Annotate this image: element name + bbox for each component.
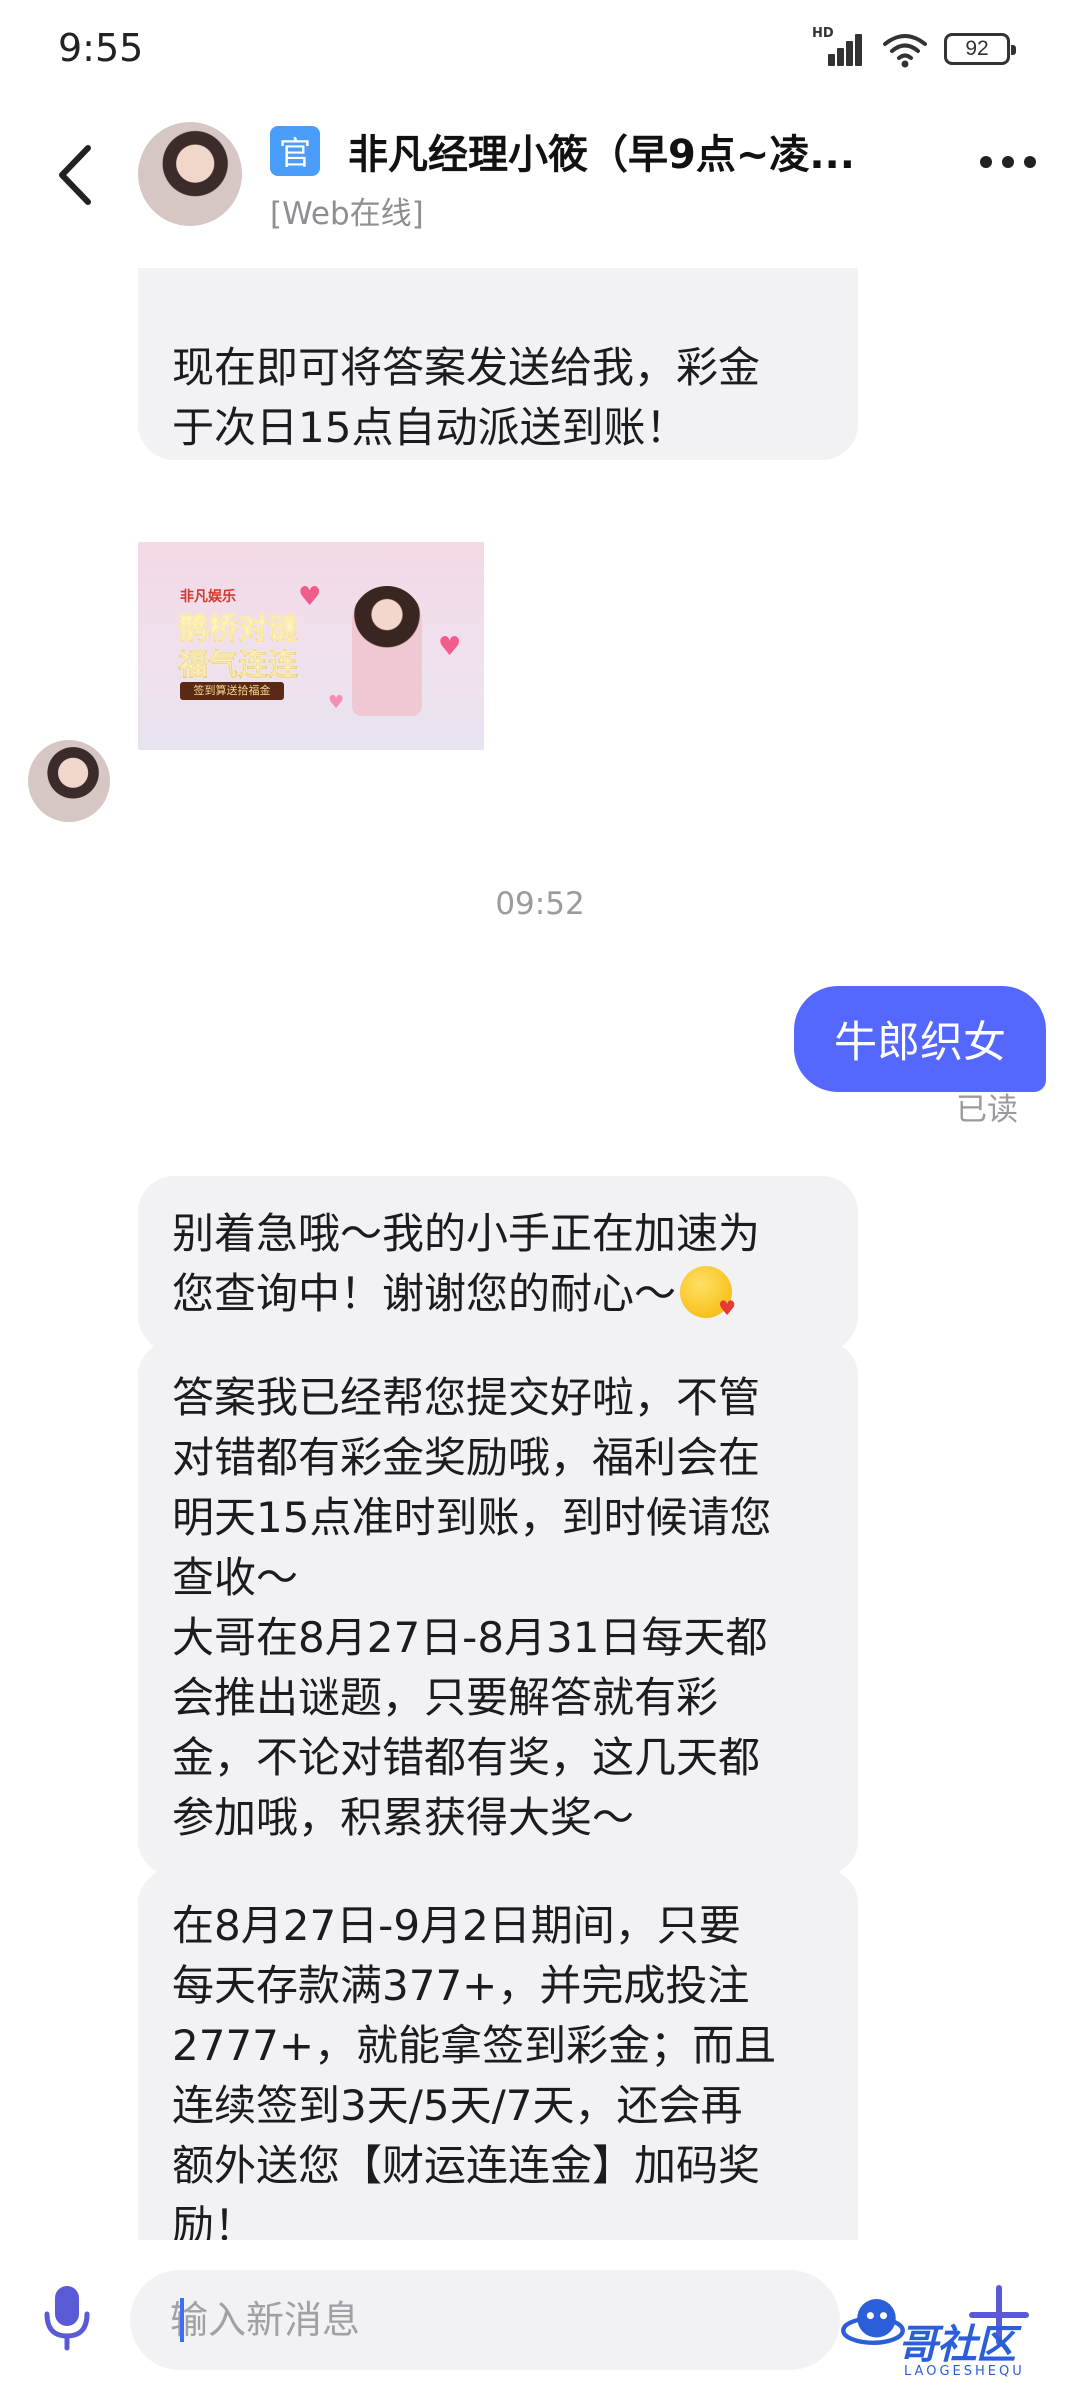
status-time: 9:55 [58, 26, 144, 70]
chat-area[interactable]: 现在即可将答案发送给我，彩金 于次日15点自动派送到账！ ♥ ♥ ♥ 非凡娱乐 … [0, 0, 1080, 2240]
promo-subtitle: 签到算送拾福金 [180, 682, 284, 700]
promo-image[interactable]: ♥ ♥ ♥ 非凡娱乐 鹊桥对谜 福气连连 签到算送拾福金 [138, 542, 484, 750]
message-text: 在8月27日-9月2日期间，只要 每天存款满377+，并完成投注 2777+，就… [172, 1901, 777, 2240]
contact-name[interactable]: 非凡经理小筱（早9点~凌... [348, 122, 928, 180]
microphone-icon[interactable] [40, 2282, 94, 2352]
signal-icon: HD [812, 26, 866, 68]
online-status: [Web在线] [270, 196, 424, 232]
text-cursor [180, 2298, 184, 2342]
message-bubble-incoming[interactable]: 在8月27日-9月2日期间，只要 每天存款满377+，并完成投注 2777+，就… [138, 1868, 858, 2240]
heart-decoration: ♥ [298, 582, 322, 612]
message-text: 别着急哦～我的小手正在加速为 您查询中！谢谢您的耐心～ [172, 1204, 824, 1324]
message-bubble-outgoing[interactable]: 牛郎织女 [794, 986, 1046, 1092]
message-text: 答案我已经帮您提交好啦，不管 对错都有彩金奖励哦，福利会在 明天15点准时到账，… [172, 1373, 772, 1842]
heart-decoration: ♥ [438, 632, 462, 662]
input-bar: 哥社区 LAOGESHEQU [0, 2240, 1080, 2400]
message-bubble-incoming[interactable]: 别着急哦～我的小手正在加速为 您查询中！谢谢您的耐心～ [138, 1176, 858, 1352]
watermark-text: 哥社区 [898, 2322, 1016, 2368]
heart-decoration: ♥ [328, 692, 345, 713]
promo-figure [352, 586, 422, 716]
back-arrow-icon[interactable] [50, 140, 100, 210]
message-bubble-incoming[interactable]: 现在即可将答案发送给我，彩金 于次日15点自动派送到账！ [138, 268, 858, 460]
kiss-emoji-icon [680, 1266, 736, 1318]
message-input[interactable] [130, 2270, 840, 2370]
dot-icon [980, 156, 992, 168]
battery-level: 92 [965, 37, 989, 60]
watermark-logo: 哥社区 LAOGESHEQU [838, 2286, 1066, 2390]
contact-avatar[interactable] [28, 740, 110, 822]
wifi-icon [883, 34, 927, 68]
time-divider: 09:52 [495, 886, 585, 922]
message-text: 现在即可将答案发送给我，彩金 于次日15点自动派送到账！ [172, 343, 761, 452]
status-icons: HD 92 [812, 26, 1016, 68]
dot-icon [1024, 156, 1036, 168]
more-options-button[interactable] [980, 156, 1036, 168]
watermark-subtext: LAOGESHEQU [904, 2364, 1025, 2379]
read-receipt: 已读 [956, 1092, 1018, 1128]
promo-title: 鹊桥对谜 福气连连 [178, 612, 298, 683]
promo-logo: 非凡娱乐 [180, 589, 236, 605]
chat-header: 官 非凡经理小筱（早9点~凌... [Web在线] [0, 100, 1080, 250]
message-bubble-incoming[interactable]: 答案我已经帮您提交好啦，不管 对错都有彩金奖励哦，福利会在 明天15点准时到账，… [138, 1340, 858, 1876]
status-bar: 9:55 HD 92 [0, 0, 1080, 100]
dot-icon [1002, 156, 1014, 168]
contact-avatar[interactable] [138, 122, 242, 226]
official-badge: 官 [270, 126, 320, 176]
battery-icon: 92 [944, 33, 1016, 65]
